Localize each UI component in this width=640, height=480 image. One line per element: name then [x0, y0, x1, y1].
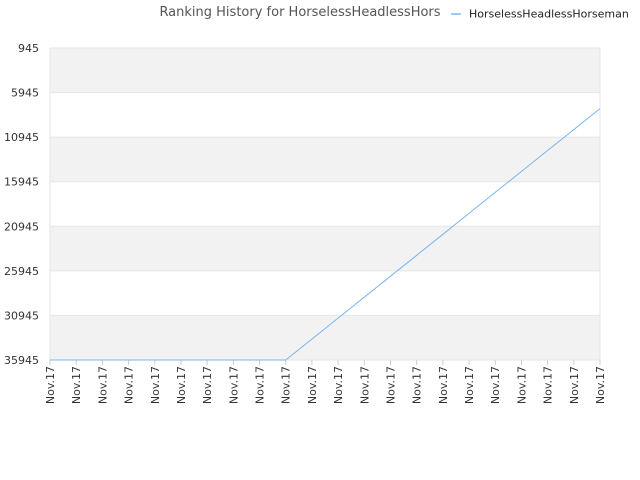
x-tick-label: Nov.17 — [489, 366, 502, 404]
chart-title: Ranking History for HorselessHeadlessHor… — [159, 5, 440, 20]
x-tick-label: Nov.17 — [568, 366, 581, 404]
y-tick-label: 945 — [18, 42, 39, 55]
x-tick-label: Nov.17 — [70, 366, 83, 404]
x-tick-label: Nov.17 — [254, 366, 267, 404]
x-tick-label: Nov.17 — [437, 366, 450, 404]
x-tick-label: Nov.17 — [96, 366, 109, 404]
y-tick-label: 5945 — [11, 87, 39, 100]
legend-label: HorselessHeadlessHorseman — [469, 8, 629, 21]
plot-band — [50, 315, 600, 360]
x-tick-label: Nov.17 — [44, 366, 57, 404]
x-tick-label: Nov.17 — [384, 366, 397, 404]
x-tick-label: Nov.17 — [463, 366, 476, 404]
x-tick-label: Nov.17 — [280, 366, 293, 404]
x-tick-label: Nov.17 — [175, 366, 188, 404]
x-tick-label: Nov.17 — [123, 366, 136, 404]
x-tick-label: Nov.17 — [542, 366, 555, 404]
y-tick-label: 30945 — [4, 309, 39, 322]
y-tick-label: 25945 — [4, 265, 39, 278]
plot-band — [50, 92, 600, 138]
x-tick-label: Nov.17 — [515, 366, 528, 404]
x-tick-label: Nov.17 — [227, 366, 240, 404]
x-tick-label: Nov.17 — [306, 366, 319, 404]
y-tick-label: 35945 — [4, 354, 39, 367]
x-tick-label: Nov.17 — [411, 366, 424, 404]
x-tick-label: Nov.17 — [149, 366, 162, 404]
y-tick-label: 20945 — [4, 220, 39, 233]
x-axis-ticks: Nov.17 Nov.17 Nov.17 Nov.17 Nov.17 Nov.17 Nov.… — [44, 360, 607, 404]
plot-band — [50, 270, 600, 316]
plot-bands — [50, 48, 600, 360]
plot-band — [50, 181, 600, 227]
plot-band — [50, 48, 600, 93]
y-tick-label: 10945 — [4, 131, 39, 144]
x-tick-label: Nov.17 — [358, 366, 371, 404]
y-axis-ticks: 945 5945 10945 15945 20945 25945 30945 35945 — [4, 42, 39, 367]
x-tick-label: Nov.17 — [201, 366, 214, 404]
plot-band — [50, 226, 600, 271]
x-tick-label: Nov.17 — [594, 366, 607, 404]
x-tick-label: Nov.17 — [332, 366, 345, 404]
ranking-chart: 945 5945 10945 15945 20945 25945 30945 35945 No… — [4, 5, 629, 404]
y-tick-label: 15945 — [4, 176, 39, 189]
legend[interactable]: HorselessHeadlessHorseman — [451, 8, 629, 21]
